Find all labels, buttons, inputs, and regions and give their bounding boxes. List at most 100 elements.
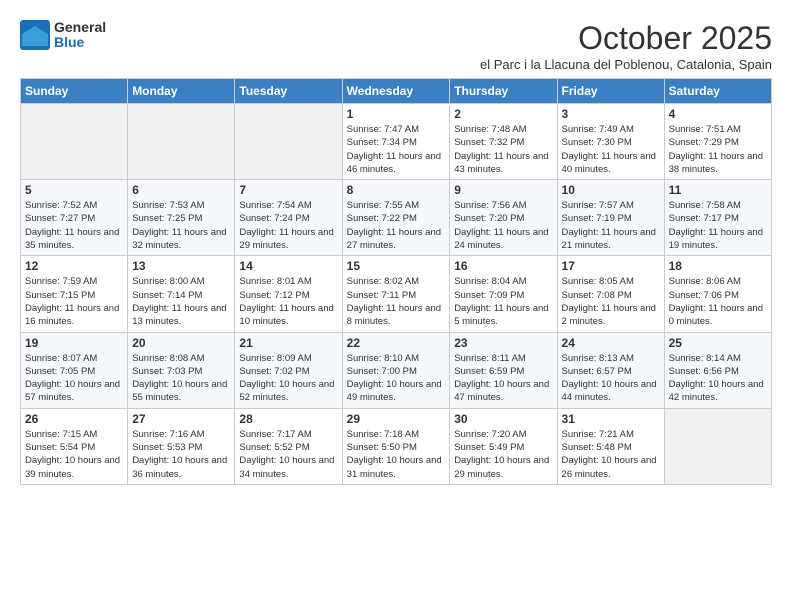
- day-info-line: Sunset: 7:27 PM: [25, 212, 123, 225]
- day-info-line: Sunrise: 7:48 AM: [454, 123, 552, 136]
- day-number: 9: [454, 183, 552, 197]
- calendar-cell: 14Sunrise: 8:01 AMSunset: 7:12 PMDayligh…: [235, 256, 342, 332]
- day-info: Sunrise: 7:52 AMSunset: 7:27 PMDaylight:…: [25, 199, 123, 252]
- day-info-line: Sunset: 6:57 PM: [562, 365, 660, 378]
- calendar-cell: 28Sunrise: 7:17 AMSunset: 5:52 PMDayligh…: [235, 408, 342, 484]
- calendar-cell: 16Sunrise: 8:04 AMSunset: 7:09 PMDayligh…: [450, 256, 557, 332]
- day-number: 6: [132, 183, 230, 197]
- day-info-line: Daylight: 11 hours and 10 minutes.: [239, 302, 337, 329]
- day-number: 31: [562, 412, 660, 426]
- day-info-line: Sunset: 7:34 PM: [347, 136, 446, 149]
- day-number: 7: [239, 183, 337, 197]
- calendar-cell: 6Sunrise: 7:53 AMSunset: 7:25 PMDaylight…: [128, 180, 235, 256]
- day-number: 10: [562, 183, 660, 197]
- day-info: Sunrise: 7:47 AMSunset: 7:34 PMDaylight:…: [347, 123, 446, 176]
- calendar: SundayMondayTuesdayWednesdayThursdayFrid…: [20, 78, 772, 485]
- day-info-line: Daylight: 10 hours and 31 minutes.: [347, 454, 446, 481]
- day-number: 28: [239, 412, 337, 426]
- day-number: 2: [454, 107, 552, 121]
- calendar-cell: 26 Sunrise: 7:15 AMSunset: 5:54 PMDayligh…: [21, 408, 128, 484]
- calendar-cell: 19 Sunrise: 8:07 AMSunset: 7:05 PMDayligh…: [21, 332, 128, 408]
- day-info: Sunrise: 8:00 AMSunset: 7:14 PMDaylight:…: [132, 275, 230, 328]
- calendar-cell: 12Sunrise: 7:59 AMSunset: 7:15 PMDayligh…: [21, 256, 128, 332]
- day-info: Sunrise: 8:04 AMSunset: 7:09 PMDaylight:…: [454, 275, 552, 328]
- day-info: Sunrise: 7:59 AMSunset: 7:15 PMDaylight:…: [25, 275, 123, 328]
- day-info-line: Sunrise: 8:11 AM: [454, 352, 552, 365]
- day-info-line: Daylight: 11 hours and 46 minutes.: [347, 150, 446, 177]
- day-number: 11: [669, 183, 767, 197]
- day-info-line: Sunset: 7:19 PM: [562, 212, 660, 225]
- day-number: 13: [132, 259, 230, 273]
- day-number: 27: [132, 412, 230, 426]
- calendar-cell: 17Sunrise: 8:05 AMSunset: 7:08 PMDayligh…: [557, 256, 664, 332]
- day-info-line: Sunrise: 7:59 AM: [25, 275, 123, 288]
- day-info-line: Daylight: 11 hours and 19 minutes.: [669, 226, 767, 253]
- calendar-cell: 9Sunrise: 7:56 AMSunset: 7:20 PMDaylight…: [450, 180, 557, 256]
- day-info: Sunrise: 8:10 AMSunset: 7:00 PMDaylight:…: [347, 352, 446, 405]
- day-number: 25: [669, 336, 767, 350]
- day-info: Sunrise: 7:51 AMSunset: 7:29 PMDaylight:…: [669, 123, 767, 176]
- day-info-line: Sunset: 7:20 PM: [454, 212, 552, 225]
- day-info: Sunrise: 8:07 AMSunset: 7:05 PMDaylight:…: [25, 352, 123, 405]
- day-info-line: Sunrise: 8:06 AM: [669, 275, 767, 288]
- logo-text: General Blue: [54, 20, 106, 51]
- calendar-cell: 11Sunrise: 7:58 AMSunset: 7:17 PMDayligh…: [664, 180, 771, 256]
- calendar-week-row: 1Sunrise: 7:47 AMSunset: 7:34 PMDaylight…: [21, 104, 772, 180]
- weekday-header: Tuesday: [235, 79, 342, 104]
- weekday-header-row: SundayMondayTuesdayWednesdayThursdayFrid…: [21, 79, 772, 104]
- day-info: Sunrise: 8:05 AMSunset: 7:08 PMDaylight:…: [562, 275, 660, 328]
- day-info: Sunrise: 8:01 AMSunset: 7:12 PMDaylight:…: [239, 275, 337, 328]
- day-number: 26: [25, 412, 123, 426]
- day-info-line: Sunrise: 7:53 AM: [132, 199, 230, 212]
- day-info-line: Sunrise: 8:01 AM: [239, 275, 337, 288]
- day-info-line: Daylight: 11 hours and 38 minutes.: [669, 150, 767, 177]
- day-info-line: Sunset: 7:24 PM: [239, 212, 337, 225]
- day-info: Sunrise: 7:55 AMSunset: 7:22 PMDaylight:…: [347, 199, 446, 252]
- day-info-line: Sunrise: 7:17 AM: [239, 428, 337, 441]
- day-info-line: Sunset: 7:03 PM: [132, 365, 230, 378]
- day-info-line: Sunrise: 8:00 AM: [132, 275, 230, 288]
- calendar-cell: 7 Sunrise: 7:54 AMSunset: 7:24 PMDaylight…: [235, 180, 342, 256]
- day-info-line: Daylight: 10 hours and 34 minutes.: [239, 454, 337, 481]
- day-info-line: Daylight: 10 hours and 26 minutes.: [562, 454, 660, 481]
- day-number: 19: [25, 336, 123, 350]
- day-info: Sunrise: 7:21 AMSunset: 5:48 PMDaylight:…: [562, 428, 660, 481]
- day-info-line: Sunset: 7:29 PM: [669, 136, 767, 149]
- day-info-line: Daylight: 11 hours and 40 minutes.: [562, 150, 660, 177]
- day-info-line: Sunset: 7:05 PM: [25, 365, 123, 378]
- day-number: 24: [562, 336, 660, 350]
- day-number: 30: [454, 412, 552, 426]
- calendar-cell: 15Sunrise: 8:02 AMSunset: 7:11 PMDayligh…: [342, 256, 450, 332]
- day-info-line: Sunrise: 7:51 AM: [669, 123, 767, 136]
- calendar-cell: 27Sunrise: 7:16 AMSunset: 5:53 PMDayligh…: [128, 408, 235, 484]
- day-info-line: Daylight: 10 hours and 36 minutes.: [132, 454, 230, 481]
- day-info-line: Daylight: 10 hours and 47 minutes.: [454, 378, 552, 405]
- day-info-line: Daylight: 11 hours and 2 minutes.: [562, 302, 660, 329]
- calendar-cell: 13 Sunrise: 8:00 AMSunset: 7:14 PMDayligh…: [128, 256, 235, 332]
- day-info-line: Daylight: 10 hours and 39 minutes.: [25, 454, 123, 481]
- day-info-line: Sunset: 7:02 PM: [239, 365, 337, 378]
- day-info-line: Daylight: 11 hours and 29 minutes.: [239, 226, 337, 253]
- calendar-cell: 3Sunrise: 7:49 AMSunset: 7:30 PMDaylight…: [557, 104, 664, 180]
- day-info-line: Sunrise: 7:15 AM: [25, 428, 123, 441]
- day-info-line: Sunrise: 7:56 AM: [454, 199, 552, 212]
- logo-blue: Blue: [54, 35, 106, 50]
- day-info: Sunrise: 8:13 AMSunset: 6:57 PMDaylight:…: [562, 352, 660, 405]
- calendar-week-row: 26Sunrise: 7:15 AMSunset: 5:54 PMDayligh…: [21, 408, 772, 484]
- calendar-cell: [235, 104, 342, 180]
- day-info-line: Sunrise: 7:54 AM: [239, 199, 337, 212]
- calendar-cell: 29Sunrise: 7:18 AMSunset: 5:50 PMDayligh…: [342, 408, 450, 484]
- logo: General Blue: [20, 20, 106, 51]
- calendar-cell: [128, 104, 235, 180]
- day-info-line: Sunset: 7:11 PM: [347, 289, 446, 302]
- calendar-cell: [664, 408, 771, 484]
- day-info-line: Sunrise: 7:52 AM: [25, 199, 123, 212]
- day-info-line: Sunrise: 8:14 AM: [669, 352, 767, 365]
- calendar-cell: 18Sunrise: 8:06 AMSunset: 7:06 PMDayligh…: [664, 256, 771, 332]
- day-info-line: Sunset: 5:54 PM: [25, 441, 123, 454]
- day-info-line: Sunset: 7:12 PM: [239, 289, 337, 302]
- day-info-line: Sunset: 7:22 PM: [347, 212, 446, 225]
- day-info-line: Sunset: 5:50 PM: [347, 441, 446, 454]
- calendar-cell: 10Sunrise: 7:57 AMSunset: 7:19 PMDayligh…: [557, 180, 664, 256]
- day-info-line: Sunset: 7:17 PM: [669, 212, 767, 225]
